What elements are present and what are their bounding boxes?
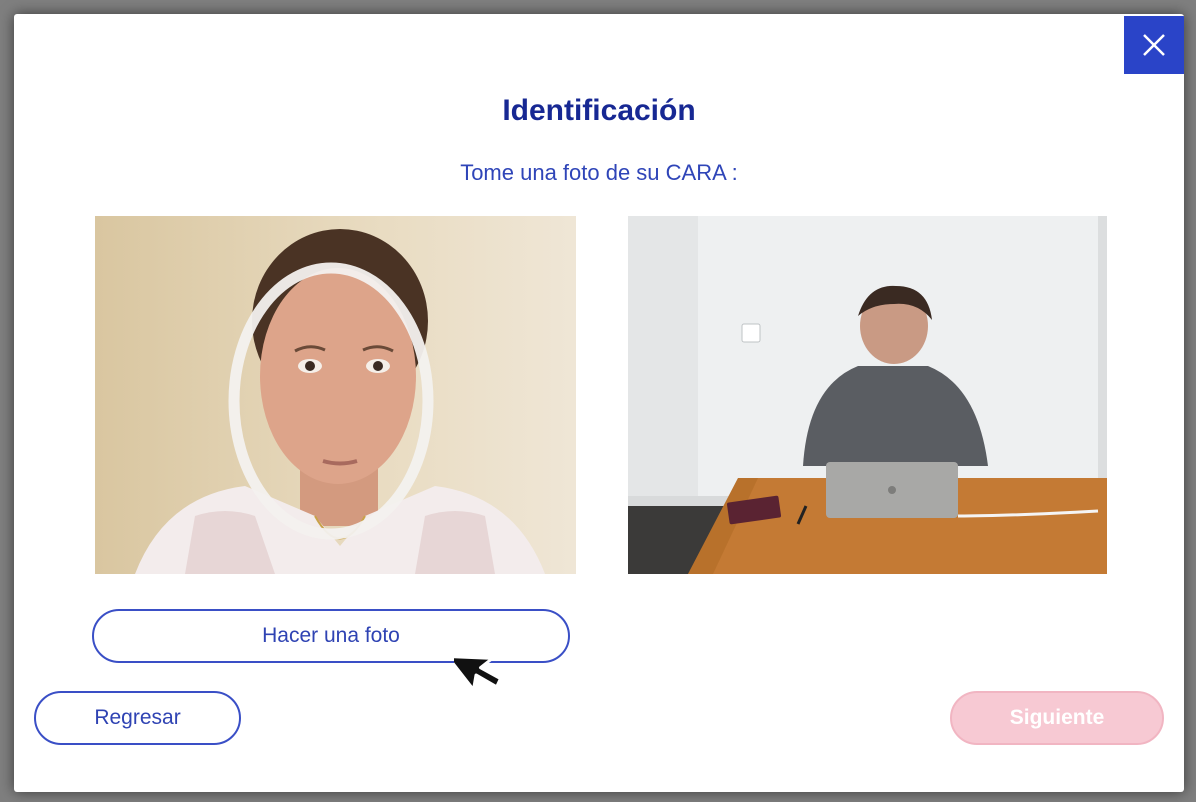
camera-preview [95, 216, 576, 574]
close-button[interactable] [1124, 16, 1184, 74]
mouse-pointer-icon [454, 655, 502, 692]
close-icon [1143, 34, 1165, 56]
example-photo [628, 216, 1107, 574]
identification-dialog: Identificación Tome una foto de su CARA … [14, 14, 1184, 792]
next-button[interactable]: Siguiente [950, 691, 1164, 745]
back-button[interactable]: Regresar [34, 691, 241, 745]
dialog-title: Identificación [502, 94, 696, 127]
dialog-subtitle: Tome una foto de su CARA : [460, 160, 738, 185]
